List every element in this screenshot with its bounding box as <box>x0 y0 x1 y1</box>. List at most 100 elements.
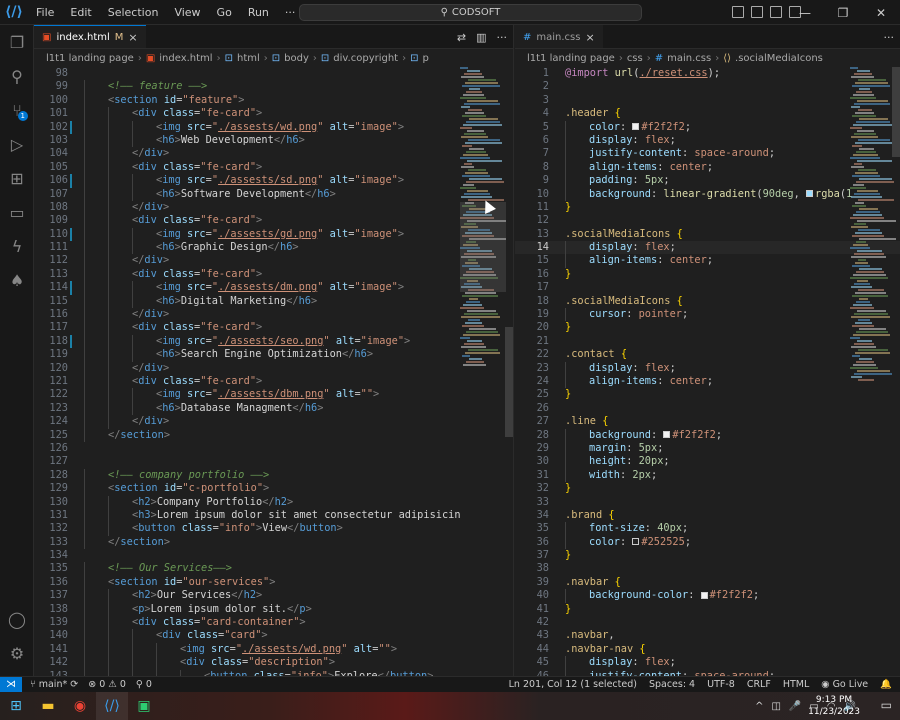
code-line[interactable]: 122 <img src="./assests/dbm.png" alt=""> <box>34 388 513 402</box>
chrome-icon[interactable]: ◉ <box>64 692 96 720</box>
tab-index-html[interactable]: ▣ index.html M × <box>34 25 146 48</box>
windows-start-icon[interactable]: ⊞ <box>0 692 32 720</box>
code-line[interactable]: 8 align-items: center; <box>515 160 900 175</box>
code-line[interactable]: 112 </div> <box>34 254 513 268</box>
system-clock[interactable]: 9:13 PM 11/23/2023 <box>808 694 860 718</box>
remote-indicator-icon[interactable]: ⋊ <box>0 676 22 693</box>
code-line[interactable]: 13 .socialMediaIcons { <box>515 228 900 241</box>
code-line[interactable]: 101 <div class="fe-card"> <box>34 107 513 121</box>
code-line[interactable]: 142 <div class="description"> <box>34 656 513 670</box>
minimap-left[interactable] <box>460 67 506 676</box>
manage-gear-icon[interactable]: ⚙ <box>0 636 34 670</box>
code-line[interactable]: 127 <box>34 455 513 468</box>
code-line[interactable]: 118 <img src="./assests/seo.png" alt="ima… <box>34 334 513 349</box>
code-line[interactable]: 43 .navbar, <box>515 629 900 642</box>
open-changes-icon[interactable]: ⇄ <box>457 31 466 44</box>
code-editor-left[interactable]: 98 99 <!—— feature ——> 100 <section id="feat… <box>34 67 513 676</box>
code-line[interactable]: 115 <h6>Digital Marketing</h6> <box>34 294 513 309</box>
code-line[interactable]: 25} <box>515 388 900 401</box>
breadcrumb-item[interactable]: css <box>627 53 643 64</box>
code-line[interactable]: 111 <h6>Graphic Design</h6> <box>34 241 513 255</box>
code-line[interactable]: 119 <h6>Search Engine Optimization</h6> <box>34 348 513 362</box>
code-line[interactable]: 30 height: 20px; <box>515 455 900 469</box>
code-line[interactable]: 14 display: flex; <box>515 241 900 255</box>
breadcrumb-item[interactable]: html <box>237 53 260 64</box>
code-line[interactable]: 108 </div> <box>34 200 513 215</box>
code-line[interactable]: 11} <box>515 201 900 214</box>
code-line[interactable]: 44 .navbar-nav { <box>515 643 900 656</box>
code-line[interactable]: 114 <img src="./assests/dm.png" alt="imag… <box>34 281 513 295</box>
vscode-taskbar-icon[interactable]: ⟨/⟩ <box>96 692 128 720</box>
code-line[interactable]: 4 .header { <box>515 107 900 120</box>
breadcrumb-item[interactable]: p <box>423 53 429 64</box>
code-line[interactable]: 45 display: flex; <box>515 656 900 670</box>
code-line[interactable]: 103 <h6>Web Development</h6> <box>34 133 513 148</box>
code-line[interactable]: 105 <div class="fe-card"> <box>34 160 513 175</box>
source-control-icon[interactable]: ⑂ 1 <box>0 93 34 127</box>
tray-expand-icon[interactable]: ^ <box>755 701 763 712</box>
remote-explorer-icon[interactable]: ▭ <box>0 195 34 229</box>
code-line[interactable]: 141 <img src="./assests/wd.png" alt=""> <box>34 642 513 657</box>
code-line[interactable]: 12 <box>515 214 900 227</box>
file-explorer-icon[interactable]: ▬ <box>32 692 64 720</box>
scrollbar-thumb-right[interactable] <box>892 67 900 157</box>
code-line[interactable]: 2 <box>515 80 900 93</box>
code-line[interactable]: 22 .contact { <box>515 348 900 361</box>
code-line[interactable]: 129 <section id="c-portfolio"> <box>34 482 513 496</box>
problems-indicator[interactable]: ⊗ 0 ⚠ 0 <box>88 679 126 690</box>
code-line[interactable]: 132 <button class="info">View</button> <box>34 522 513 536</box>
recorder-app-icon[interactable]: ▣ <box>128 692 160 720</box>
code-line[interactable]: 109 <div class="fe-card"> <box>34 214 513 228</box>
code-line[interactable]: 136 <section id="our-services"> <box>34 575 513 590</box>
code-line[interactable]: 116 </div> <box>34 308 513 322</box>
code-line[interactable]: 20} <box>515 321 900 334</box>
code-line[interactable]: 133 </section> <box>34 535 513 550</box>
code-line[interactable]: 100 <section id="feature"> <box>34 93 513 108</box>
scrollbar-thumb-left[interactable] <box>505 327 513 437</box>
toggle-primary-sidebar-icon[interactable] <box>732 6 744 18</box>
breadcrumb-item[interactable]: l1t1 landing page <box>46 53 134 64</box>
code-line[interactable]: 34 .brand { <box>515 509 900 522</box>
cursor-position[interactable]: Ln 201, Col 12 (1 selected) <box>509 679 637 690</box>
code-line[interactable]: 117 <div class="fe-card"> <box>34 321 513 335</box>
code-line[interactable]: 130 <h2>Company Portfolio</h2> <box>34 495 513 509</box>
code-line[interactable]: 35 font-size: 40px; <box>515 522 900 536</box>
code-line[interactable]: 99 <!—— feature ——> <box>34 80 513 94</box>
code-line[interactable]: 19 cursor: pointer; <box>515 308 900 322</box>
code-line[interactable]: 137 <h2>Our Services</h2> <box>34 589 513 603</box>
code-line[interactable]: 23 display: flex; <box>515 361 900 375</box>
ports-indicator[interactable]: ⚲ 0 <box>136 679 152 690</box>
code-line[interactable]: 139 <div class="card-container"> <box>34 616 513 630</box>
code-line[interactable]: 15 align-items: center; <box>515 254 900 268</box>
code-line[interactable]: 106 <img src="./assests/sd.png" alt="imag… <box>34 174 513 188</box>
close-window-button[interactable]: ✕ <box>862 0 900 25</box>
explorer-icon[interactable]: ❐ <box>0 25 34 59</box>
notification-center-icon[interactable]: ▭ <box>881 698 892 712</box>
code-line[interactable]: 135 <!—— Our Services——> <box>34 562 513 576</box>
code-line[interactable]: 98 <box>34 67 513 80</box>
code-line[interactable]: 32} <box>515 482 900 495</box>
minimap-right[interactable] <box>850 67 896 676</box>
breadcrumb-item[interactable]: .socialMediaIcons <box>735 53 823 64</box>
microphone-icon[interactable]: 🎤 <box>789 701 801 712</box>
code-line[interactable]: 42 <box>515 616 900 629</box>
code-line[interactable]: 120 </div> <box>34 361 513 375</box>
network-icon[interactable]: ◫ <box>771 701 780 712</box>
leaf-icon[interactable]: ♠ <box>0 263 34 297</box>
code-line[interactable]: 31 width: 2px; <box>515 468 900 483</box>
breadcrumb-item[interactable]: main.css <box>667 53 711 64</box>
toggle-secondary-sidebar-icon[interactable] <box>770 6 782 18</box>
code-line[interactable]: 113 <div class="fe-card"> <box>34 267 513 282</box>
code-line[interactable]: 131 <h3>Lorem ipsum dolor sit amet consec… <box>34 508 513 523</box>
toggle-panel-icon[interactable] <box>751 6 763 18</box>
breadcrumb-item[interactable]: index.html <box>159 53 212 64</box>
code-line[interactable]: 33 <box>515 496 900 509</box>
menu-selection[interactable]: Selection <box>100 0 167 25</box>
code-line[interactable]: 24 align-items: center; <box>515 374 900 389</box>
restore-button[interactable]: ❐ <box>824 0 862 25</box>
search-view-icon[interactable]: ⚲ <box>0 59 34 93</box>
tab-main-css[interactable]: # main.css × <box>515 25 603 48</box>
menu-file[interactable]: File <box>28 0 62 25</box>
breadcrumb-item[interactable]: l1t1 landing page <box>527 53 615 64</box>
git-branch[interactable]: ⑂ main* ⟳ <box>30 679 78 690</box>
